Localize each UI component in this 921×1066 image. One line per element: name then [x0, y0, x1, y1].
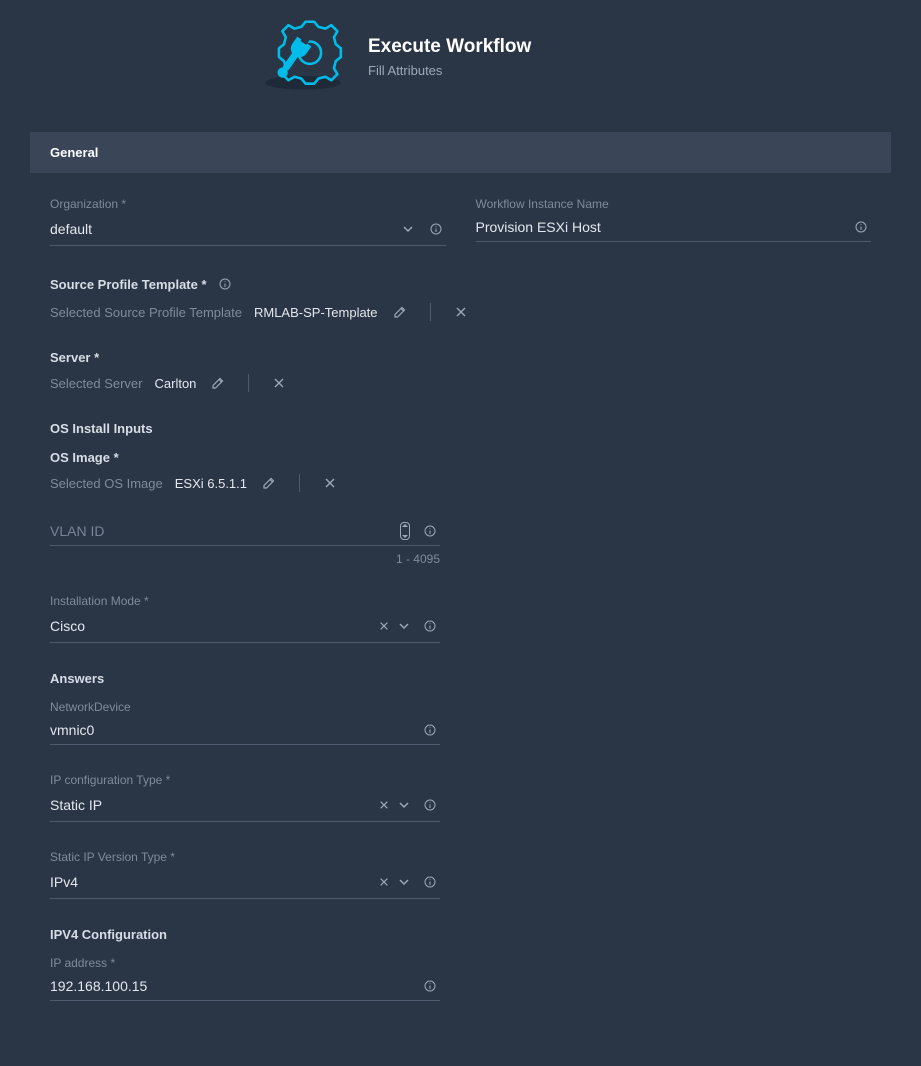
ip-address-input[interactable] — [50, 976, 420, 996]
header: Execute Workflow Fill Attributes — [0, 0, 921, 132]
chevron-down-icon[interactable] — [394, 616, 414, 636]
chevron-down-icon[interactable] — [398, 219, 418, 239]
install-mode-select[interactable]: Cisco — [50, 614, 440, 643]
spt-selected-value: RMLAB-SP-Template — [254, 305, 378, 320]
clear-icon[interactable] — [374, 616, 394, 636]
ip-address-label: IP address * — [50, 956, 440, 970]
page-title: Execute Workflow — [368, 36, 531, 58]
info-icon[interactable] — [851, 217, 871, 237]
static-ip-version-label: Static IP Version Type * — [50, 850, 440, 864]
network-device-label: NetworkDevice — [50, 700, 440, 714]
install-mode-value: Cisco — [50, 614, 374, 638]
os-install-inputs-head: OS Install Inputs — [50, 421, 871, 436]
vlan-hint: 1 - 4095 — [50, 552, 440, 566]
clear-icon[interactable] — [374, 795, 394, 815]
source-profile-template-head: Source Profile Template * — [50, 277, 207, 292]
server-selected-label: Selected Server — [50, 376, 143, 391]
vlan-id-input[interactable] — [50, 521, 400, 541]
vlan-id-input-wrap — [50, 521, 440, 546]
ip-config-type-select[interactable]: Static IP — [50, 793, 440, 822]
chevron-down-icon[interactable] — [394, 872, 414, 892]
ip-config-type-value: Static IP — [50, 793, 374, 817]
workflow-name-label: Workflow Instance Name — [476, 197, 872, 211]
workflow-name-input-wrap — [476, 217, 872, 242]
info-icon[interactable] — [420, 521, 440, 541]
separator — [430, 303, 431, 321]
edit-icon[interactable] — [390, 302, 410, 322]
os-image-head: OS Image * — [50, 450, 871, 465]
workflow-gear-icon — [260, 18, 346, 96]
server-selected-value: Carlton — [155, 376, 197, 391]
install-mode-label: Installation Mode * — [50, 594, 440, 608]
organization-value: default — [50, 217, 398, 241]
edit-icon[interactable] — [208, 373, 228, 393]
organization-label: Organization * — [50, 197, 446, 211]
chevron-down-icon[interactable] — [394, 795, 414, 815]
page-subtitle: Fill Attributes — [368, 63, 531, 78]
section-general: General — [30, 132, 891, 173]
info-icon[interactable] — [420, 795, 440, 815]
info-icon[interactable] — [426, 219, 446, 239]
answers-head: Answers — [50, 671, 871, 686]
number-stepper[interactable] — [400, 522, 410, 540]
os-image-selected-value: ESXi 6.5.1.1 — [175, 476, 247, 491]
clear-icon[interactable] — [374, 872, 394, 892]
separator — [299, 474, 300, 492]
ip-config-type-label: IP configuration Type * — [50, 773, 440, 787]
clear-icon[interactable] — [320, 473, 340, 493]
server-head: Server * — [50, 350, 871, 365]
info-icon[interactable] — [420, 720, 440, 740]
os-image-selected-label: Selected OS Image — [50, 476, 163, 491]
clear-icon[interactable] — [269, 373, 289, 393]
info-icon[interactable] — [420, 872, 440, 892]
organization-select[interactable]: default — [50, 217, 446, 246]
static-ip-version-value: IPv4 — [50, 870, 374, 894]
info-icon[interactable] — [420, 616, 440, 636]
info-icon[interactable] — [215, 274, 235, 294]
ip-address-input-wrap — [50, 976, 440, 1001]
info-icon[interactable] — [420, 976, 440, 996]
static-ip-version-select[interactable]: IPv4 — [50, 870, 440, 899]
clear-icon[interactable] — [451, 302, 471, 322]
ipv4-config-head: IPV4 Configuration — [50, 927, 871, 942]
separator — [248, 374, 249, 392]
spt-selected-label: Selected Source Profile Template — [50, 305, 242, 320]
network-device-input-wrap — [50, 720, 440, 745]
network-device-input[interactable] — [50, 720, 420, 740]
edit-icon[interactable] — [259, 473, 279, 493]
workflow-name-input[interactable] — [476, 217, 852, 237]
